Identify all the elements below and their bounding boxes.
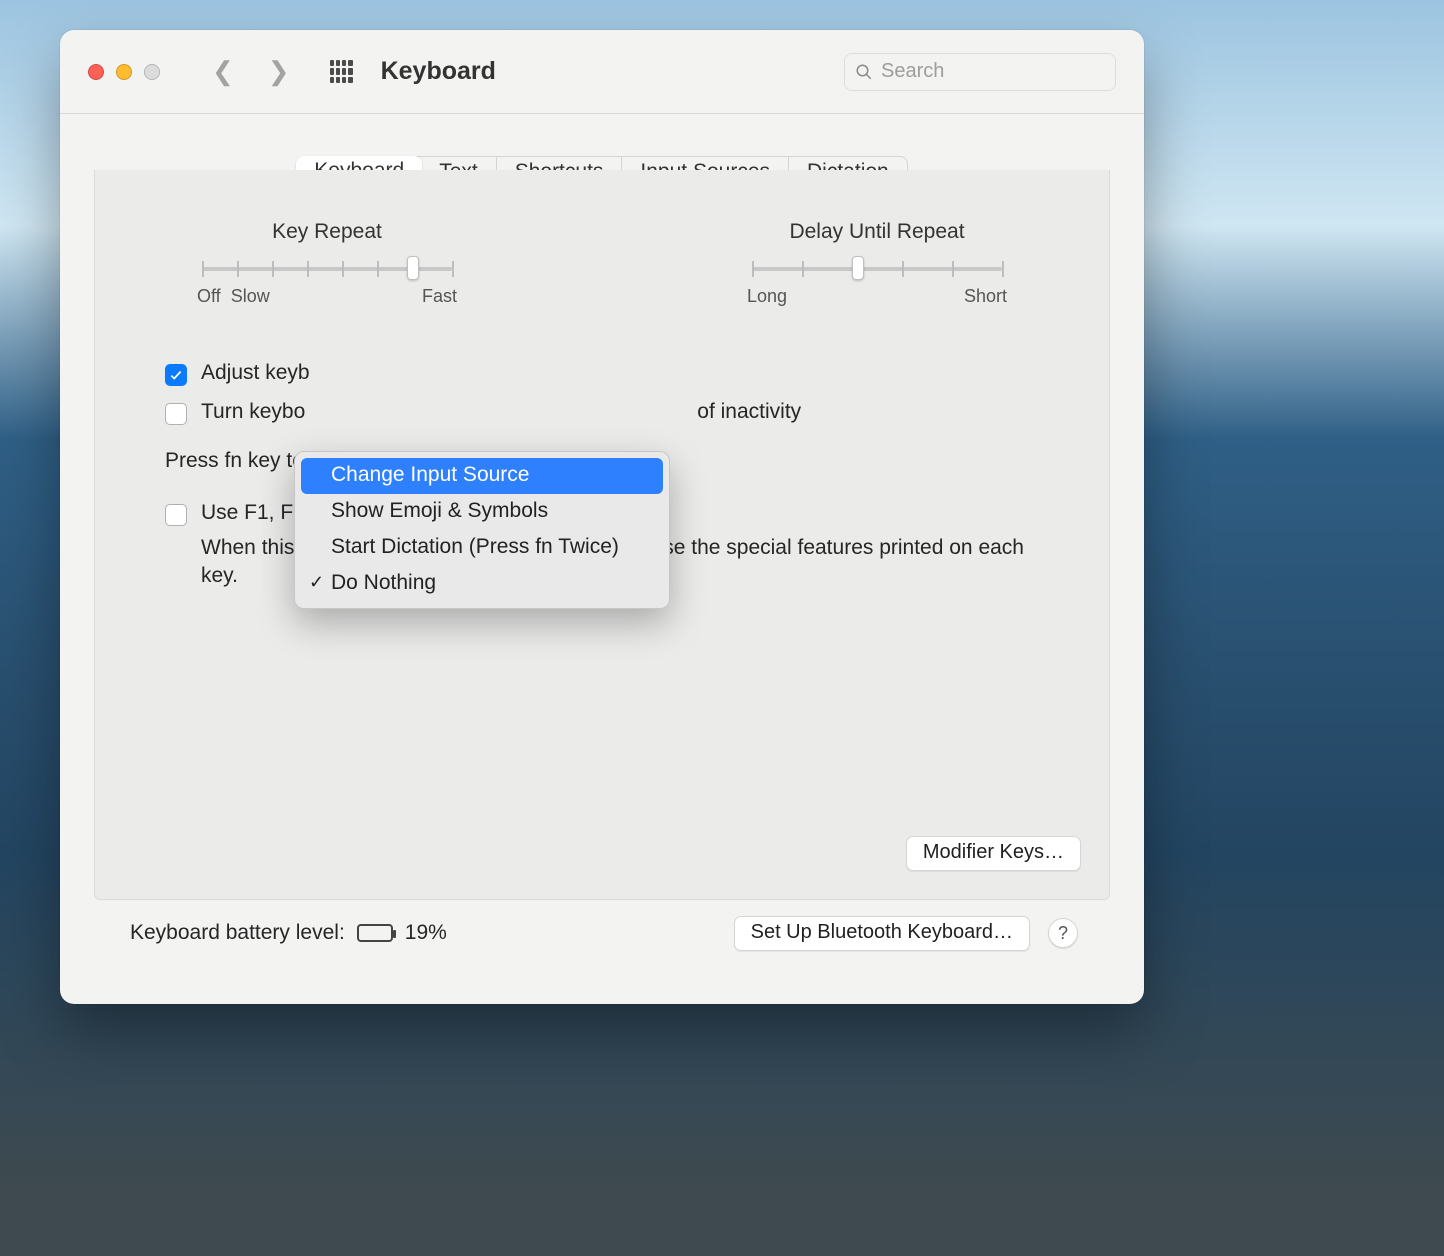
adjust-brightness-label: Adjust keyb xyxy=(201,361,310,385)
desktop: ❮ ❯ Keyboard Search Keyboard Text Shortc… xyxy=(0,0,1444,1256)
adjust-brightness-row: Adjust keyb xyxy=(165,361,1039,386)
popup-item-do-nothing[interactable]: ✓ Do Nothing xyxy=(301,566,663,602)
close-window-button[interactable] xyxy=(88,64,104,80)
battery-label: Keyboard battery level: xyxy=(130,921,345,945)
use-f-keys-checkbox[interactable] xyxy=(165,504,187,526)
titlebar: ❮ ❯ Keyboard Search xyxy=(60,30,1144,114)
key-repeat-slider[interactable] xyxy=(202,254,452,282)
delay-long-label: Long xyxy=(747,286,787,307)
adjust-brightness-checkbox[interactable] xyxy=(165,364,187,386)
check-icon: ✓ xyxy=(309,572,324,593)
search-placeholder: Search xyxy=(881,60,944,83)
window-body: Keyboard Text Shortcuts Input Sources Di… xyxy=(60,114,1144,1004)
fn-action-popup: Change Input Source Show Emoji & Symbols… xyxy=(294,451,670,609)
turn-off-backlight-label-right: of inactivity xyxy=(697,400,801,424)
nav-arrows: ❮ ❯ xyxy=(206,52,296,91)
delay-repeat-slider[interactable] xyxy=(752,254,1002,282)
window-controls xyxy=(88,64,160,80)
check-icon xyxy=(169,368,183,382)
delay-repeat-group: Delay Until Repeat Long xyxy=(727,220,1027,307)
show-all-icon[interactable] xyxy=(330,60,353,83)
search-input[interactable]: Search xyxy=(844,53,1116,91)
key-repeat-knob[interactable] xyxy=(407,256,419,280)
footer: Keyboard battery level: 19% Set Up Bluet… xyxy=(94,900,1110,966)
battery-icon xyxy=(357,924,393,942)
turn-off-backlight-label-left: Turn keybo xyxy=(201,400,305,424)
key-repeat-fast-label: Fast xyxy=(422,286,457,307)
minimize-window-button[interactable] xyxy=(116,64,132,80)
window-title: Keyboard xyxy=(381,57,496,86)
popup-item-start-dictation[interactable]: Start Dictation (Press fn Twice) xyxy=(301,530,663,566)
turn-off-backlight-row: Turn keybo of inactivity xyxy=(165,400,1039,425)
delay-repeat-knob[interactable] xyxy=(852,256,864,280)
popup-item-change-input-source[interactable]: Change Input Source xyxy=(301,458,663,494)
search-icon xyxy=(855,63,873,81)
popup-item-do-nothing-label: Do Nothing xyxy=(331,571,436,594)
delay-repeat-title: Delay Until Repeat xyxy=(789,220,964,244)
zoom-window-button[interactable] xyxy=(144,64,160,80)
delay-short-label: Short xyxy=(964,286,1007,307)
back-button[interactable]: ❮ xyxy=(206,52,240,91)
preferences-window: ❮ ❯ Keyboard Search Keyboard Text Shortc… xyxy=(60,30,1144,1004)
turn-off-backlight-checkbox[interactable] xyxy=(165,403,187,425)
key-repeat-off-label: Off xyxy=(197,286,221,306)
key-repeat-slow-label: Slow xyxy=(231,286,270,306)
help-button[interactable]: ? xyxy=(1048,918,1078,948)
key-repeat-group: Key Repeat Off Slow Fast xyxy=(177,220,477,307)
popup-item-emoji-symbols[interactable]: Show Emoji & Symbols xyxy=(301,494,663,530)
sliders-row: Key Repeat Off Slow Fast xyxy=(165,220,1039,307)
setup-bluetooth-button[interactable]: Set Up Bluetooth Keyboard… xyxy=(734,916,1030,951)
key-repeat-title: Key Repeat xyxy=(272,220,382,244)
battery-percent: 19% xyxy=(405,921,447,945)
forward-button[interactable]: ❯ xyxy=(262,52,296,91)
modifier-keys-button[interactable]: Modifier Keys… xyxy=(906,836,1081,871)
